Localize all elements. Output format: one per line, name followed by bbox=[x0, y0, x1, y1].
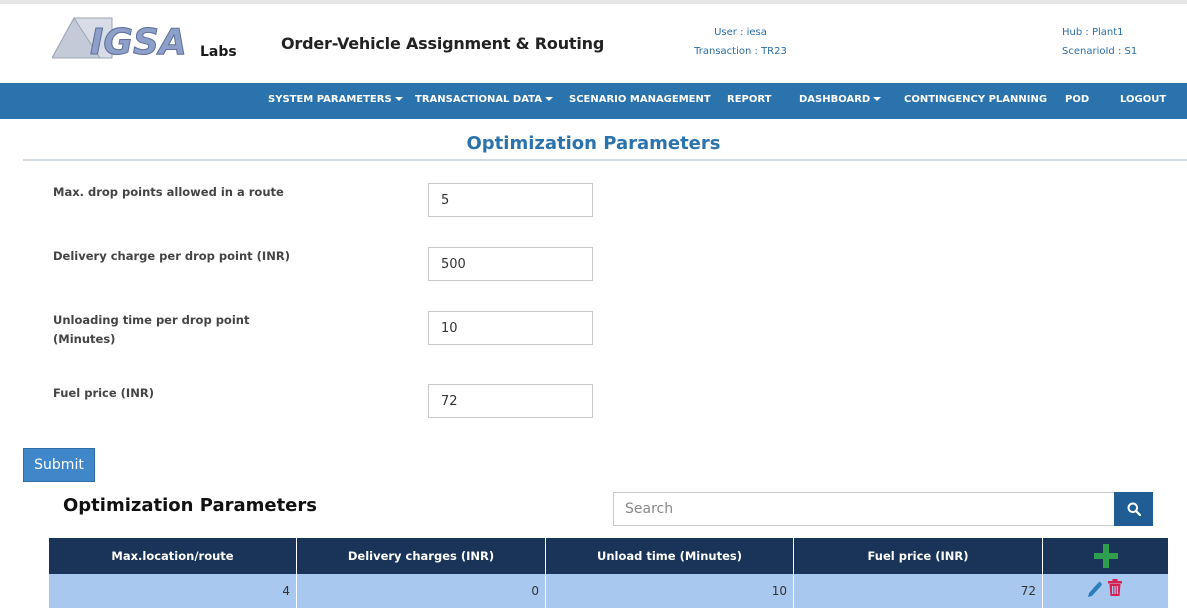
unloading-time-input[interactable] bbox=[428, 311, 593, 345]
unloading-time-label: Unloading time per drop point (Minutes) bbox=[53, 313, 250, 346]
search-icon bbox=[1127, 502, 1141, 516]
table-header: Max.location/route Delivery charges (INR… bbox=[49, 538, 1168, 574]
user-info: User : iesa Transaction : TR23 bbox=[693, 23, 788, 61]
user-label: User : bbox=[714, 27, 744, 38]
col-unload-time: Unload time (Minutes) bbox=[546, 538, 794, 574]
delivery-charge-label: Delivery charge per drop point (INR) bbox=[53, 249, 290, 263]
search-input[interactable] bbox=[613, 492, 1115, 526]
add-icon[interactable] bbox=[1092, 542, 1120, 570]
hub-value: Plant1 bbox=[1091, 27, 1124, 38]
max-drop-points-input[interactable] bbox=[428, 183, 593, 217]
edit-pencil-icon[interactable] bbox=[1086, 580, 1102, 598]
cell-max-location: 4 bbox=[49, 574, 297, 608]
table-row: 4 0 10 72 bbox=[49, 574, 1168, 608]
user-value: iesa bbox=[746, 27, 767, 38]
nav-dashboard[interactable]: DASHBOARD bbox=[799, 83, 882, 119]
col-delivery-charges: Delivery charges (INR) bbox=[297, 538, 546, 574]
fuel-price-input[interactable] bbox=[428, 384, 593, 418]
cell-unload-time: 10 bbox=[546, 574, 794, 608]
col-max-location: Max.location/route bbox=[49, 538, 297, 574]
app-title: Order-Vehicle Assignment & Routing bbox=[281, 34, 605, 53]
caret-down-icon bbox=[394, 97, 403, 101]
igsa-labs-logo: IGSA Labs bbox=[52, 17, 237, 60]
nav-pod[interactable]: POD bbox=[1065, 83, 1089, 119]
hub-label: Hub : bbox=[1062, 27, 1089, 38]
nav-report[interactable]: REPORT bbox=[727, 83, 771, 119]
nav-logout[interactable]: LOGOUT bbox=[1120, 83, 1166, 119]
nav-system-parameters[interactable]: SYSTEM PARAMETERS bbox=[268, 83, 403, 119]
max-drop-points-label: Max. drop points allowed in a route bbox=[53, 185, 284, 199]
page: IGSA Labs Order-Vehicle Assignment & Rou… bbox=[0, 0, 1187, 614]
fuel-price-label: Fuel price (INR) bbox=[53, 386, 154, 400]
section-divider bbox=[23, 159, 1187, 161]
scenario-label: ScenarioId : bbox=[1062, 46, 1122, 57]
nav-contingency-planning[interactable]: CONTINGENCY PLANNING bbox=[904, 83, 1047, 119]
cell-fuel-price: 72 bbox=[794, 574, 1043, 608]
app-header: IGSA Labs Order-Vehicle Assignment & Rou… bbox=[0, 0, 1187, 83]
scenario-value: S1 bbox=[1124, 46, 1138, 57]
nav-scenario-management[interactable]: SCENARIO MANAGEMENT bbox=[569, 83, 711, 119]
caret-down-icon bbox=[544, 97, 553, 101]
transaction-value: TR23 bbox=[761, 46, 787, 57]
svg-text:Labs: Labs bbox=[200, 44, 237, 60]
hub-info: Hub : Plant1 ScenarioId : S1 bbox=[1062, 23, 1142, 61]
cell-delivery-charges: 0 bbox=[297, 574, 546, 608]
table-title: Optimization Parameters bbox=[63, 495, 317, 516]
main-nav: SYSTEM PARAMETERS TRANSACTIONAL DATA SCE… bbox=[0, 83, 1187, 119]
form-title: Optimization Parameters bbox=[466, 133, 721, 154]
delete-trash-icon[interactable] bbox=[1107, 579, 1123, 597]
transaction-label: Transaction : bbox=[694, 46, 758, 57]
delivery-charge-input[interactable] bbox=[428, 247, 593, 281]
svg-text:IGSA: IGSA bbox=[90, 22, 187, 60]
search-button[interactable] bbox=[1114, 492, 1153, 526]
caret-down-icon bbox=[873, 97, 882, 101]
submit-button[interactable]: Submit bbox=[23, 448, 95, 482]
col-fuel-price: Fuel price (INR) bbox=[794, 538, 1043, 574]
nav-transactional-data[interactable]: TRANSACTIONAL DATA bbox=[415, 83, 553, 119]
